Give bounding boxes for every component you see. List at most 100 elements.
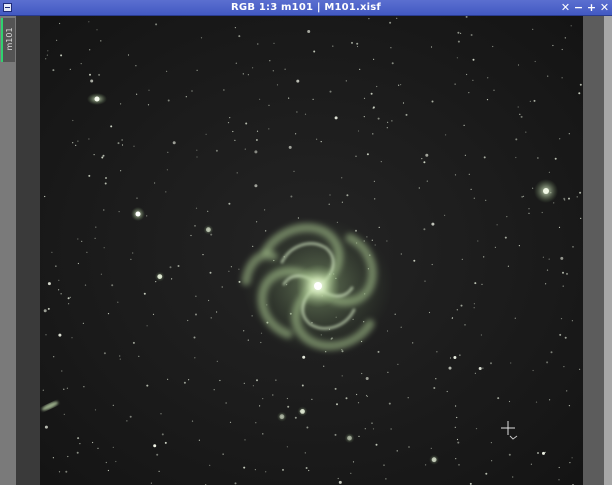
image-canvas[interactable] bbox=[40, 16, 583, 485]
star bbox=[207, 210, 209, 212]
star bbox=[553, 202, 555, 204]
star bbox=[453, 356, 457, 359]
star bbox=[127, 54, 130, 56]
star bbox=[191, 420, 194, 422]
star bbox=[305, 467, 308, 469]
star bbox=[323, 365, 325, 367]
star bbox=[346, 194, 349, 197]
star bbox=[115, 460, 117, 463]
star bbox=[366, 395, 368, 397]
window-titlebar[interactable]: RGB 1:3 m101 | M101.xisf ✕ − + ✕ bbox=[0, 0, 612, 16]
star bbox=[187, 319, 189, 322]
star bbox=[457, 40, 460, 43]
star bbox=[262, 433, 264, 435]
star bbox=[460, 304, 463, 307]
star bbox=[460, 32, 462, 34]
star bbox=[391, 120, 393, 122]
star bbox=[126, 420, 128, 422]
shade-button[interactable]: ✕ bbox=[560, 1, 571, 15]
star bbox=[456, 57, 458, 59]
star bbox=[517, 106, 519, 108]
star bbox=[358, 435, 360, 437]
star bbox=[468, 173, 470, 175]
small-galaxy-upper-left bbox=[87, 93, 107, 105]
star bbox=[571, 457, 573, 459]
star bbox=[158, 470, 160, 472]
star bbox=[345, 397, 348, 400]
star bbox=[111, 284, 114, 287]
star bbox=[522, 195, 525, 197]
star bbox=[562, 271, 564, 274]
star bbox=[228, 270, 230, 272]
star bbox=[88, 21, 90, 23]
star bbox=[165, 191, 167, 193]
star bbox=[185, 96, 187, 98]
star bbox=[537, 452, 539, 454]
star bbox=[455, 458, 457, 460]
maximize-button[interactable]: + bbox=[586, 1, 597, 15]
star bbox=[75, 144, 77, 146]
star bbox=[338, 480, 342, 484]
star bbox=[77, 262, 79, 265]
star bbox=[221, 286, 223, 288]
star bbox=[568, 133, 570, 135]
star-glow bbox=[429, 454, 440, 465]
star bbox=[334, 433, 337, 436]
star bbox=[428, 311, 431, 314]
star bbox=[208, 299, 210, 302]
star bbox=[119, 355, 121, 357]
star bbox=[210, 317, 212, 319]
star bbox=[306, 426, 309, 429]
star bbox=[136, 197, 138, 199]
star bbox=[559, 138, 561, 140]
star bbox=[371, 422, 373, 424]
star bbox=[430, 46, 433, 48]
star bbox=[456, 416, 458, 419]
star bbox=[223, 89, 225, 91]
star bbox=[235, 62, 237, 64]
star bbox=[210, 233, 213, 236]
star bbox=[194, 357, 196, 359]
star bbox=[243, 382, 245, 384]
view-tab-m101[interactable]: m101 bbox=[1, 18, 15, 62]
star bbox=[320, 141, 322, 143]
star bbox=[341, 375, 343, 377]
star bbox=[222, 453, 224, 455]
star bbox=[103, 352, 106, 355]
star bbox=[135, 65, 137, 67]
star bbox=[58, 471, 61, 473]
star bbox=[374, 198, 376, 200]
star bbox=[121, 144, 124, 146]
minimize-button[interactable]: − bbox=[573, 1, 584, 15]
star bbox=[257, 43, 259, 45]
star bbox=[552, 44, 554, 47]
star bbox=[69, 296, 71, 298]
star bbox=[433, 387, 436, 389]
star bbox=[534, 60, 536, 63]
star bbox=[376, 85, 378, 88]
star bbox=[558, 466, 560, 469]
star bbox=[117, 142, 120, 145]
close-button[interactable]: ✕ bbox=[599, 1, 610, 15]
star bbox=[287, 405, 290, 408]
star bbox=[356, 45, 359, 48]
star bbox=[423, 228, 426, 231]
star bbox=[107, 469, 109, 472]
star bbox=[156, 453, 159, 456]
star bbox=[198, 439, 200, 441]
star bbox=[377, 350, 380, 353]
star bbox=[238, 268, 240, 270]
star bbox=[459, 354, 461, 356]
star bbox=[412, 342, 414, 344]
star bbox=[105, 177, 107, 179]
star bbox=[521, 196, 523, 198]
star bbox=[152, 313, 155, 315]
star bbox=[537, 157, 539, 159]
star bbox=[268, 128, 270, 130]
star bbox=[492, 45, 494, 48]
star bbox=[396, 17, 398, 19]
star bbox=[230, 266, 232, 268]
vertical-scrollbar[interactable] bbox=[604, 16, 612, 485]
star bbox=[388, 402, 391, 405]
star bbox=[474, 372, 476, 374]
